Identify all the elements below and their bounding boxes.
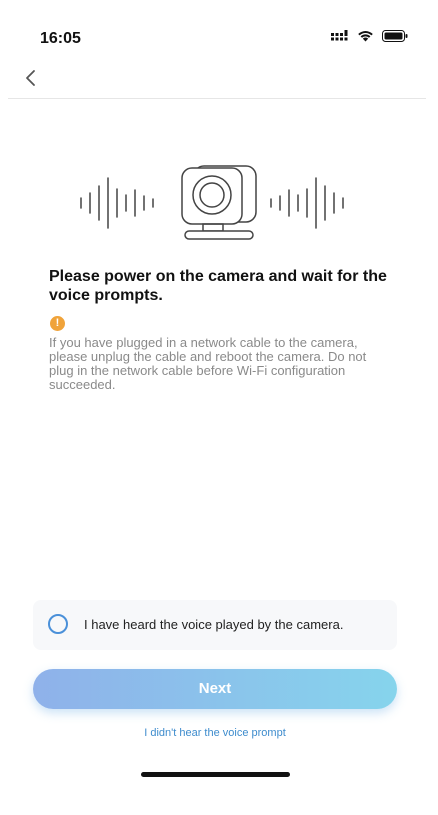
no-voice-prompt-link[interactable]: I didn't hear the voice prompt [0,727,430,739]
chevron-left-icon [26,70,35,86]
camera-icon [181,165,257,240]
confirm-label: I have heard the voice played by the cam… [84,617,344,632]
next-button[interactable]: Next [33,669,397,709]
page-title: Please power on the camera and wait for … [49,268,387,304]
status-time: 16:05 [40,30,81,47]
signal-icon [331,30,348,41]
warning-text: If you have plugged in a network cable t… [49,335,367,392]
wifi-icon [358,31,373,42]
warning-icon: ! [50,316,65,331]
screen: 16:05 Please power on the camera and wai… [0,0,438,815]
status-bar: 16:05 [0,0,438,60]
home-indicator [141,772,290,777]
nav-bar [0,60,438,98]
left-sound-wave-icon [80,177,154,229]
back-button[interactable] [20,67,44,91]
battery-icon [382,30,408,42]
confirm-radio-button[interactable] [48,614,68,634]
confirm-voice-heard-option[interactable]: I have heard the voice played by the cam… [33,600,397,650]
right-sound-wave-icon [270,177,344,229]
camera-sound-wave-illustration [80,165,344,240]
nav-divider [8,98,426,99]
status-icons [331,30,408,42]
